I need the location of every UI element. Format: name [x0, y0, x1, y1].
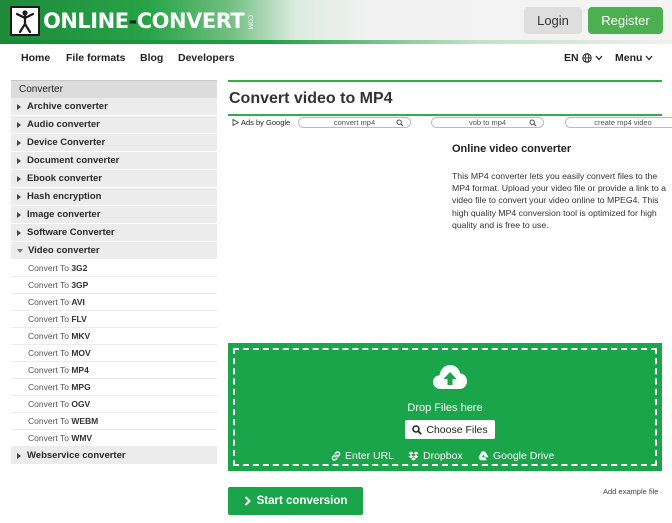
caret-right-icon [17, 452, 21, 459]
sidebar-sub-mkv[interactable]: Convert To MKV [11, 328, 217, 345]
ad-link-create-mp4-video[interactable]: create mp4 video [565, 117, 672, 128]
caret-right-icon [17, 229, 21, 236]
menu-toggle[interactable]: Menu [615, 52, 653, 64]
link-icon [331, 451, 341, 461]
register-button[interactable]: Register [588, 7, 663, 34]
search-icon [412, 424, 423, 435]
title-divider-top [228, 80, 662, 82]
nav-blog[interactable]: Blog [140, 52, 163, 64]
search-icon [529, 119, 537, 127]
login-button[interactable]: Login [524, 7, 582, 34]
caret-right-icon [17, 157, 21, 164]
ad-link-convert-mp4[interactable]: convert mp4 [298, 117, 411, 128]
chevron-down-icon [595, 55, 603, 61]
caret-right-icon [17, 139, 21, 146]
caret-right-icon [17, 211, 21, 218]
upload-dropzone[interactable]: Drop Files here Choose Files Enter URL D… [228, 343, 662, 471]
sidebar-item-ebook[interactable]: Ebook converter [11, 170, 217, 188]
dropbox-icon [408, 451, 419, 461]
description-title: Online video converter [452, 143, 572, 155]
globe-icon [581, 53, 592, 63]
sidebar-sub-3gp[interactable]: Convert To 3GP [11, 277, 217, 294]
menu-label: Menu [615, 52, 643, 64]
add-example-file-link[interactable]: Add example file [603, 487, 658, 496]
ads-divider [228, 114, 662, 116]
caret-right-icon [17, 121, 21, 128]
sidebar-heading: Converter [11, 80, 217, 98]
ads-label[interactable]: Ads by Google [232, 118, 290, 127]
page-title: Convert video to MP4 [229, 90, 393, 107]
sidebar-sub-mpg[interactable]: Convert To MPG [11, 379, 217, 396]
google-drive-icon [478, 451, 489, 461]
cloud-upload-icon [433, 365, 467, 389]
google-ads-bar: Ads by Google convert mp4 vob to mp4 cre… [228, 117, 672, 129]
sidebar-sub-flv[interactable]: Convert To FLV [11, 311, 217, 328]
site-logo[interactable]: ONLINE-CONVERT .COM [10, 5, 253, 37]
dropzone-border: Drop Files here Choose Files Enter URL D… [233, 348, 657, 466]
sidebar-sub-ogv[interactable]: Convert To OGV [11, 396, 217, 413]
sidebar-sub-mp4[interactable]: Convert To MP4 [11, 362, 217, 379]
sidebar-sub-3g2[interactable]: Convert To 3G2 [11, 260, 217, 277]
caret-right-icon [17, 175, 21, 182]
sidebar-item-video[interactable]: Video converter [11, 242, 217, 260]
sidebar-item-webservice[interactable]: Webservice converter [11, 447, 217, 465]
choose-files-button[interactable]: Choose Files [405, 420, 495, 439]
sidebar-item-software[interactable]: Software Converter [11, 224, 217, 242]
sidebar-sub-mov[interactable]: Convert To MOV [11, 345, 217, 362]
sidebar-item-document[interactable]: Document converter [11, 152, 217, 170]
dropbox-link[interactable]: Dropbox [408, 450, 463, 462]
sidebar-item-audio[interactable]: Audio converter [11, 116, 217, 134]
chevron-down-icon [645, 55, 653, 61]
search-icon [396, 119, 404, 127]
logo-figure-icon [10, 6, 40, 36]
caret-down-icon [17, 248, 23, 253]
caret-right-icon [17, 103, 21, 110]
converter-sidebar: Converter Archive converter Audio conver… [11, 80, 217, 465]
nav-file-formats[interactable]: File formats [66, 52, 126, 64]
sidebar-item-image[interactable]: Image converter [11, 206, 217, 224]
google-drive-link[interactable]: Google Drive [478, 450, 554, 462]
logo-text: ONLINE-CONVERT [43, 8, 245, 33]
description-text: This MP4 converter lets you easily conve… [452, 171, 666, 230]
start-conversion-button[interactable]: Start conversion [228, 487, 363, 515]
chevron-right-icon [244, 496, 251, 506]
sidebar-item-hash[interactable]: Hash encryption [11, 188, 217, 206]
caret-right-icon [17, 193, 21, 200]
nav-developers[interactable]: Developers [178, 52, 235, 64]
site-header: ONLINE-CONVERT .COM Login Register [0, 0, 672, 44]
ad-choices-icon [232, 119, 239, 126]
sidebar-sub-wmv[interactable]: Convert To WMV [11, 430, 217, 447]
sidebar-sub-webm[interactable]: Convert To WEBM [11, 413, 217, 430]
logo-suffix: .COM [246, 13, 254, 29]
sidebar-item-archive[interactable]: Archive converter [11, 98, 217, 116]
nav-home[interactable]: Home [21, 52, 50, 64]
sidebar-sub-avi[interactable]: Convert To AVI [11, 294, 217, 311]
main-nav: Home File formats Blog Developers EN Men… [0, 44, 672, 74]
sidebar-item-device[interactable]: Device Converter [11, 134, 217, 152]
language-label: EN [564, 52, 579, 64]
language-selector[interactable]: EN [564, 52, 603, 64]
enter-url-link[interactable]: Enter URL [331, 450, 394, 462]
ad-link-vob-to-mp4[interactable]: vob to mp4 [431, 117, 544, 128]
drop-files-text: Drop Files here [407, 402, 483, 414]
